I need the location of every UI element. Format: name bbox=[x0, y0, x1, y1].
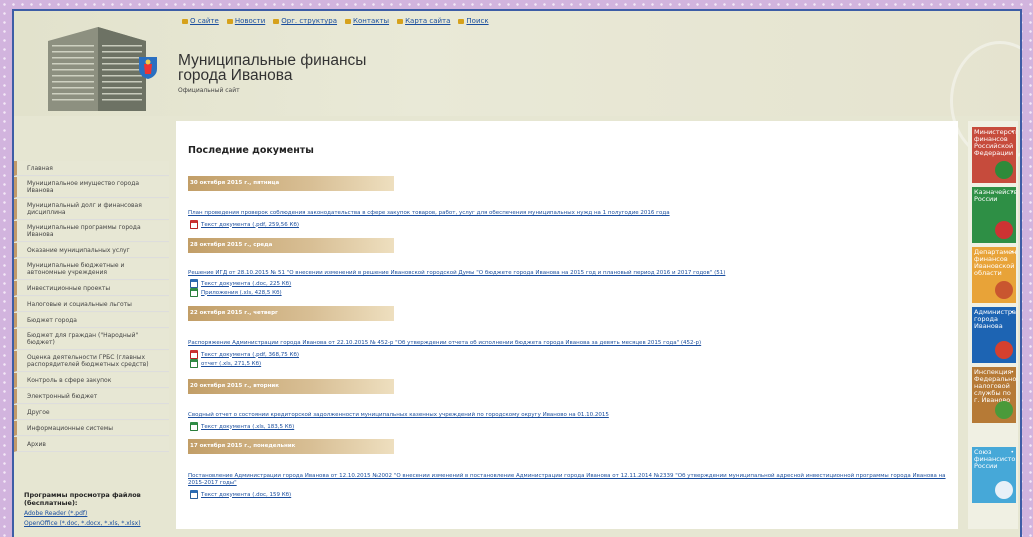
sidebar-item[interactable]: Оказание муниципальных услуг bbox=[14, 243, 169, 258]
sidebar-item[interactable]: Бюджет для граждан ("Народный" бюджет) bbox=[14, 329, 169, 350]
xls-file-icon bbox=[190, 359, 198, 368]
document-link[interactable]: Сводный отчет о состоянии кредиторской з… bbox=[188, 412, 948, 419]
partner-emblem-icon bbox=[995, 161, 1013, 179]
document-link[interactable]: Постановление Администрации города Ивано… bbox=[188, 473, 948, 486]
partner-emblem-icon bbox=[995, 481, 1013, 499]
structure-icon bbox=[273, 18, 280, 24]
file-link[interactable]: Текст документа (.doc, 225 Кб) bbox=[190, 279, 291, 288]
partner-tile[interactable]: Инспекция Федеральной налоговой службы п… bbox=[972, 367, 1016, 423]
date-header: 30 октября 2015 г., пятница bbox=[188, 176, 394, 191]
file-label: отчет (.xls, 271,5 Кб) bbox=[201, 360, 262, 367]
site-subtitle: Официальный сайт bbox=[178, 87, 240, 94]
site-header bbox=[14, 11, 1020, 116]
sidebar-item[interactable]: Бюджет города bbox=[14, 313, 169, 328]
partner-links: Министерство финансов Российской Федерац… bbox=[968, 121, 1018, 529]
partner-emblem-icon bbox=[995, 401, 1013, 419]
sidebar-item[interactable]: Муниципальное имущество города Иванова bbox=[14, 177, 169, 198]
partner-tile[interactable]: Администрация города Иванова• bbox=[972, 307, 1016, 363]
file-link[interactable]: Текст документа (.xls, 183,5 Кб) bbox=[190, 422, 294, 431]
pdf-file-icon bbox=[190, 350, 198, 359]
pdf-file-icon bbox=[190, 220, 198, 229]
sidebar: Главная Муниципальное имущество города Ив… bbox=[14, 161, 169, 453]
file-label: Приложения (.xls, 428,5 Кб) bbox=[201, 289, 282, 296]
partner-tile[interactable]: Союз финансистов России • bbox=[972, 447, 1016, 503]
file-label: Текст документа (.pdf, 259,56 Кб) bbox=[201, 221, 299, 228]
sidebar-item[interactable]: Муниципальные программы города Иванова bbox=[14, 221, 169, 242]
city-crest-icon bbox=[139, 57, 157, 79]
file-link[interactable]: Текст документа (.pdf, 259,56 Кб) bbox=[190, 220, 299, 229]
sidebar-item[interactable]: Электронный бюджет bbox=[14, 389, 169, 404]
partner-tile[interactable]: Казначейство России• bbox=[972, 187, 1016, 243]
sidebar-item[interactable]: Архив bbox=[14, 437, 169, 452]
sidebar-item[interactable]: Информационные системы bbox=[14, 421, 169, 436]
home-icon bbox=[182, 18, 188, 24]
date-header: 28 октября 2015 г., среда bbox=[188, 238, 394, 253]
viewers-title: Программы просмотра файлов (бесплатные): bbox=[24, 491, 141, 507]
building-logo bbox=[48, 27, 146, 111]
document-link[interactable]: Распоряжение Администрации города Иванов… bbox=[188, 340, 948, 347]
nav-about[interactable]: О сайте bbox=[182, 17, 219, 25]
top-navigation: О сайте Новости Орг. структура Контакты … bbox=[182, 17, 489, 25]
openoffice-link[interactable]: OpenOffice (*.doc, *.docx, *.xls, *.xlsx… bbox=[24, 520, 164, 527]
bullet-icon: • bbox=[1010, 369, 1014, 376]
document-link[interactable]: План проведения проверок соблюдения зако… bbox=[188, 210, 948, 217]
date-header: 22 октября 2015 г., четверг bbox=[188, 306, 394, 321]
site-title: Муниципальные финансы города Иванова bbox=[178, 52, 367, 84]
xls-file-icon bbox=[190, 422, 198, 431]
mail-icon bbox=[345, 18, 352, 24]
file-label: Текст документа (.doc, 225 Кб) bbox=[201, 280, 292, 287]
nav-news[interactable]: Новости bbox=[226, 17, 265, 25]
date-header: 20 октября 2015 г., вторник bbox=[188, 379, 394, 394]
file-label: Текст документа (.xls, 183,5 Кб) bbox=[201, 423, 295, 430]
nav-search[interactable]: Поиск bbox=[458, 17, 489, 25]
file-label: Текст документа (.doc, 159 Кб) bbox=[201, 491, 292, 498]
sidebar-item[interactable]: Инвестиционные проекты bbox=[14, 281, 169, 296]
adobe-reader-link[interactable]: Adobe Reader (*.pdf) bbox=[24, 510, 164, 517]
viewers-block: Программы просмотра файлов (бесплатные):… bbox=[24, 491, 164, 527]
bullet-icon: • bbox=[1010, 249, 1014, 256]
page-title: Последние документы bbox=[188, 145, 314, 156]
bullet-icon: • bbox=[1010, 189, 1014, 196]
nav-contacts[interactable]: Контакты bbox=[345, 17, 389, 25]
doc-file-icon bbox=[190, 279, 198, 288]
sidebar-item[interactable]: Главная bbox=[14, 161, 169, 176]
doc-file-icon bbox=[190, 490, 198, 499]
nav-structure[interactable]: Орг. структура bbox=[273, 17, 337, 25]
sidebar-item[interactable]: Муниципальные бюджетные и автономные учр… bbox=[14, 259, 169, 280]
xls-file-icon bbox=[190, 288, 198, 297]
document-link[interactable]: Решение ИГД от 28.10.2015 № 51 "О внесен… bbox=[188, 270, 948, 277]
partner-tile[interactable]: Департамент финансов Ивановской области • bbox=[972, 247, 1016, 303]
main-content: Последние документы 30 октября 2015 г., … bbox=[176, 121, 958, 529]
file-link[interactable]: Текст документа (.doc, 159 Кб) bbox=[190, 490, 291, 499]
file-link[interactable]: Текст документа (.pdf, 368,75 Кб) bbox=[190, 350, 299, 359]
partner-emblem-icon bbox=[995, 221, 1013, 239]
search-icon bbox=[458, 18, 465, 24]
bullet-icon: • bbox=[1010, 449, 1014, 456]
date-header: 17 октября 2015 г., понедельник bbox=[188, 439, 394, 454]
partner-tile[interactable]: Министерство финансов Российской Федерац… bbox=[972, 127, 1016, 183]
bullet-icon: • bbox=[1010, 129, 1014, 136]
sidebar-item[interactable]: Налоговые и социальные льготы bbox=[14, 297, 169, 312]
browser-page: О сайте Новости Орг. структура Контакты … bbox=[12, 9, 1022, 537]
file-label: Текст документа (.pdf, 368,75 Кб) bbox=[201, 351, 299, 358]
nav-sitemap[interactable]: Карта сайта bbox=[397, 17, 450, 25]
news-icon bbox=[226, 18, 233, 24]
bullet-icon: • bbox=[1010, 309, 1014, 316]
file-link[interactable]: отчет (.xls, 271,5 Кб) bbox=[190, 359, 261, 368]
file-link[interactable]: Приложения (.xls, 428,5 Кб) bbox=[190, 288, 282, 297]
sidebar-item[interactable]: Контроль в сфере закупок bbox=[14, 373, 169, 388]
sitemap-icon bbox=[397, 18, 404, 24]
partner-emblem-icon bbox=[995, 341, 1013, 359]
sidebar-item[interactable]: Оценка деятельности ГРБС (главных распор… bbox=[14, 351, 169, 372]
partner-emblem-icon bbox=[995, 281, 1013, 299]
sidebar-item[interactable]: Муниципальный долг и финансовая дисципли… bbox=[14, 199, 169, 220]
sidebar-item[interactable]: Другое bbox=[14, 405, 169, 420]
